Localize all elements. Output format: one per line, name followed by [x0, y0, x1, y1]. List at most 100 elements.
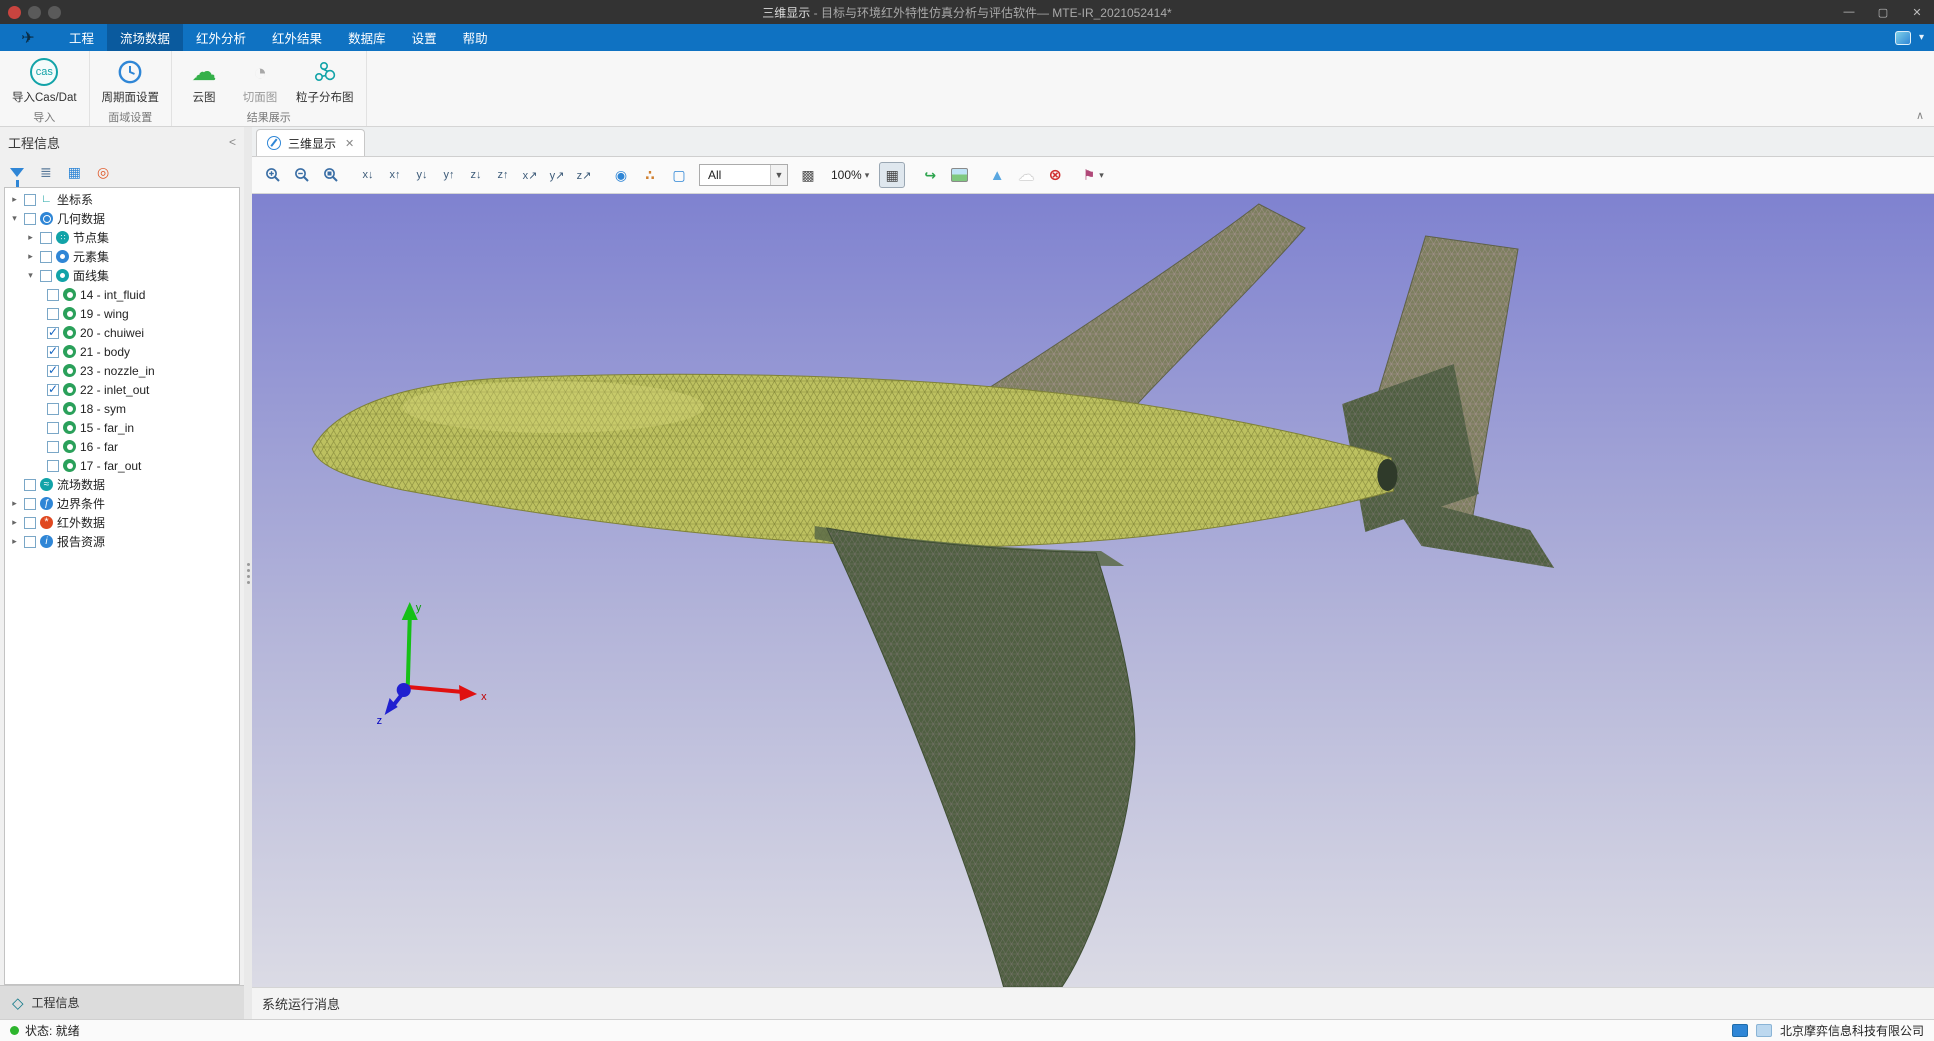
cloud-toggle-button[interactable]: ☁	[1013, 162, 1039, 188]
tree-item-surface-set[interactable]: ▾ 面线集	[5, 266, 239, 285]
tree-item-surface[interactable]: 19 - wing	[5, 304, 239, 323]
tree-item-surface[interactable]: 14 - int_fluid	[5, 285, 239, 304]
collapse-arrow-icon[interactable]: ▾	[25, 270, 36, 281]
expand-arrow-icon[interactable]: ▸	[9, 498, 20, 509]
view-x-pos-button[interactable]: x↑	[383, 162, 407, 188]
mirror-button[interactable]: ▲	[984, 162, 1010, 188]
view-y-pos-button[interactable]: y↑	[437, 162, 461, 188]
checkbox[interactable]	[47, 308, 59, 320]
checkbox[interactable]	[47, 327, 59, 339]
tree-item-element-set[interactable]: ▸ 元素集	[5, 247, 239, 266]
combobox-dropdown-icon[interactable]: ▼	[770, 165, 787, 185]
menu-item-settings[interactable]: 设置	[399, 24, 450, 51]
expand-arrow-icon[interactable]: ▸	[25, 232, 36, 243]
checkbox[interactable]	[24, 517, 36, 529]
checkbox[interactable]	[47, 289, 59, 301]
close-button[interactable]: ✕	[1900, 0, 1934, 24]
view-iso-y-button[interactable]: y↗	[545, 162, 569, 188]
view-y-neg-button[interactable]: y↓	[410, 162, 434, 188]
checkbox[interactable]	[47, 384, 59, 396]
panel-collapse-icon[interactable]: <	[229, 135, 236, 149]
menu-item-help[interactable]: 帮助	[450, 24, 501, 51]
view-z-neg-button[interactable]: z↓	[464, 162, 488, 188]
tree-item-report-resources[interactable]: ▸ i 报告资源	[5, 532, 239, 551]
expand-arrow-icon[interactable]: ▸	[9, 517, 20, 528]
tab-close-icon[interactable]: ✕	[345, 137, 354, 150]
tree-item-surface[interactable]: 16 - far	[5, 437, 239, 456]
tree-item-boundary-conditions[interactable]: ▸ ƒ 边界条件	[5, 494, 239, 513]
view-iso-x-button[interactable]: x↗	[518, 162, 542, 188]
checkbox[interactable]	[24, 498, 36, 510]
target-icon[interactable]: ◎	[97, 164, 109, 181]
status-window-icon[interactable]	[1756, 1024, 1772, 1037]
menubar-dropdown-caret-icon[interactable]: ▾	[1919, 32, 1924, 43]
expand-arrow-icon[interactable]: ▸	[9, 194, 20, 205]
menu-item-flowfield-data[interactable]: 流场数据	[107, 24, 183, 51]
tree-item-surface[interactable]: 20 - chuiwei	[5, 323, 239, 342]
periodic-face-button[interactable]: 周期面设置	[96, 55, 166, 107]
tree-item-surface[interactable]: 15 - far_in	[5, 418, 239, 437]
checkbox[interactable]	[24, 194, 36, 206]
menu-item-database[interactable]: 数据库	[335, 24, 399, 51]
tree-item-surface[interactable]: 17 - far_out	[5, 456, 239, 475]
checkbox[interactable]	[24, 213, 36, 225]
particles-toggle-button[interactable]: ∴	[637, 162, 663, 188]
panel-splitter[interactable]	[244, 127, 252, 1019]
view-iso-z-button[interactable]: z↗	[572, 162, 596, 188]
checkbox[interactable]	[24, 536, 36, 548]
checkbox[interactable]	[47, 346, 59, 358]
grid-view-icon[interactable]: ▦	[68, 164, 81, 181]
zoom-out-button[interactable]	[289, 162, 315, 188]
zoom-fit-button[interactable]	[318, 162, 344, 188]
checkbox[interactable]	[24, 479, 36, 491]
tab-3d-display[interactable]: 三维显示 ✕	[256, 129, 365, 156]
filter-icon[interactable]	[10, 168, 24, 177]
3d-viewport[interactable]: x y z	[252, 194, 1934, 987]
tree-item-ir-data[interactable]: ▸ * 红外数据	[5, 513, 239, 532]
checkbox[interactable]	[47, 403, 59, 415]
tree-item-surface[interactable]: 22 - inlet_out	[5, 380, 239, 399]
tree-item-surface[interactable]: 21 - body	[5, 342, 239, 361]
checkbox[interactable]	[40, 270, 52, 282]
zoom-level-dropdown[interactable]: 100% ▾	[824, 163, 876, 187]
pin-dropdown-button[interactable]: ⚑ ▾	[1080, 162, 1106, 188]
menu-item-project[interactable]: 工程	[56, 24, 107, 51]
display-filter-combobox[interactable]: All ▼	[699, 164, 788, 186]
screenshot-button[interactable]	[946, 162, 972, 188]
section-view-button[interactable]: ◔ 切面图	[234, 55, 286, 107]
expand-arrow-icon[interactable]: ▸	[25, 251, 36, 262]
tree-item-flowfield-data[interactable]: ≈ 流场数据	[5, 475, 239, 494]
zoom-in-button[interactable]	[260, 162, 286, 188]
halftone-button[interactable]: ▩	[795, 162, 821, 188]
checkbox[interactable]	[47, 460, 59, 472]
tree-item-node-set[interactable]: ▸ ∷ 节点集	[5, 228, 239, 247]
checkbox[interactable]	[40, 251, 52, 263]
tree-item-coordinate-system[interactable]: ▸ ∟ 坐标系	[5, 190, 239, 209]
titlebar-dot-icon[interactable]	[28, 6, 41, 19]
grid-toggle-button[interactable]: ▦	[879, 162, 905, 188]
tree-item-surface[interactable]: 23 - nozzle_in	[5, 361, 239, 380]
status-panel-icon[interactable]	[1732, 1024, 1748, 1037]
collapse-arrow-icon[interactable]: ▾	[9, 213, 20, 224]
expand-arrow-icon[interactable]: ▸	[9, 536, 20, 547]
box-select-button[interactable]: ▢	[666, 162, 692, 188]
ribbon-collapse-icon[interactable]: ∧	[1916, 109, 1924, 122]
view-z-pos-button[interactable]: z↑	[491, 162, 515, 188]
checkbox[interactable]	[47, 422, 59, 434]
tree-item-geometry-data[interactable]: ▾ 几何数据	[5, 209, 239, 228]
view-x-neg-button[interactable]: x↓	[356, 162, 380, 188]
checkbox[interactable]	[40, 232, 52, 244]
menu-item-ir-analysis[interactable]: 红外分析	[183, 24, 259, 51]
cloud-map-button[interactable]: ☁ 云图	[178, 55, 230, 107]
import-casdat-button[interactable]: cas 导入Cas/Dat	[6, 55, 83, 107]
project-info-footer-tab[interactable]: ◇ 工程信息	[0, 985, 244, 1019]
locate-button[interactable]: ◉	[608, 162, 634, 188]
titlebar-dot-icon[interactable]	[48, 6, 61, 19]
list-view-icon[interactable]: ≣	[40, 164, 52, 181]
clear-button[interactable]: ⊗	[1042, 162, 1068, 188]
export-arrow-button[interactable]: ↪	[917, 162, 943, 188]
checkbox[interactable]	[47, 441, 59, 453]
checkbox[interactable]	[47, 365, 59, 377]
tree-item-surface[interactable]: 18 - sym	[5, 399, 239, 418]
menu-item-ir-results[interactable]: 红外结果	[259, 24, 335, 51]
